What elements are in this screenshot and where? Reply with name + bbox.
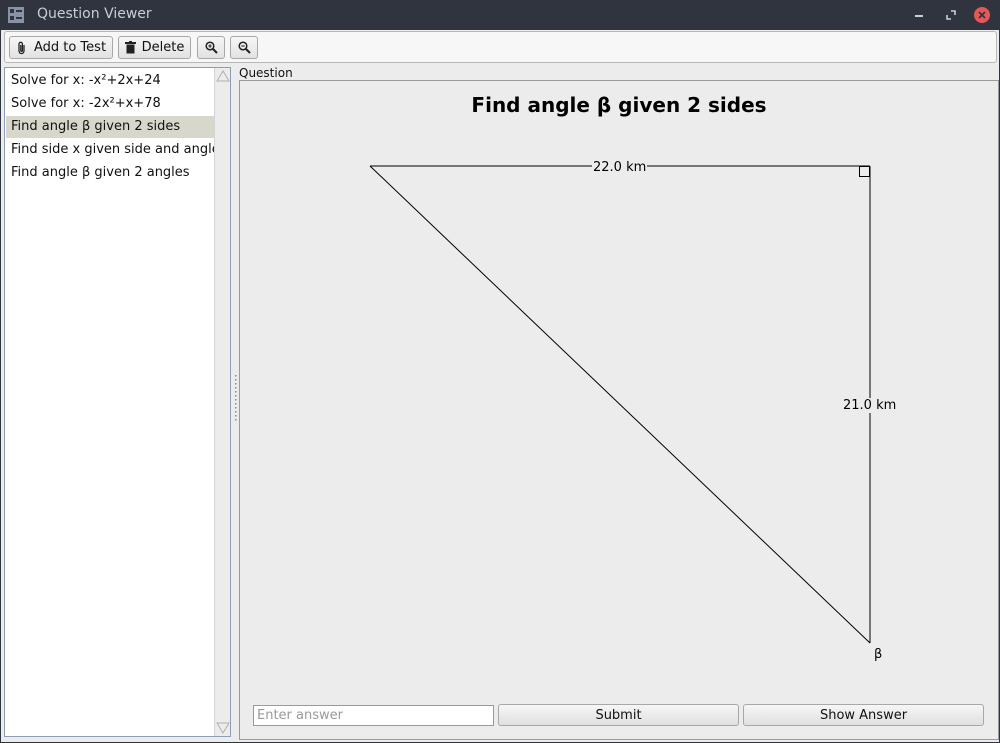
- delete-label: Delete: [141, 40, 185, 55]
- window-title: Question Viewer: [37, 6, 152, 22]
- close-icon: [974, 7, 990, 23]
- zoom-out-button[interactable]: [230, 36, 258, 59]
- main-window: Add to Test Delete Solve for x: -x²+2x+2…: [1, 30, 999, 742]
- right-angle-marker: [859, 166, 870, 177]
- list-item[interactable]: Solve for x: -2x²+x+78: [6, 93, 215, 115]
- close-button[interactable]: [972, 5, 992, 25]
- minimize-button[interactable]: [909, 5, 929, 25]
- list-item[interactable]: Find angle β given 2 sides: [6, 116, 215, 138]
- list-item[interactable]: Solve for x: -x²+2x+24: [6, 70, 215, 92]
- question-section-label: Question: [239, 66, 293, 80]
- add-to-test-button[interactable]: Add to Test: [9, 36, 113, 59]
- zoom-in-button[interactable]: [197, 36, 225, 59]
- delete-button[interactable]: Delete: [118, 36, 191, 59]
- title-bar: Question Viewer: [0, 0, 1000, 30]
- question-panel: Find angle β given 2 sides 22.0 km 21.0 …: [239, 80, 999, 740]
- scroll-up-icon[interactable]: [216, 69, 230, 83]
- restore-icon: [946, 10, 956, 20]
- hypotenuse-line: [369, 165, 871, 644]
- question-list[interactable]: Solve for x: -x²+2x+24 Solve for x: -2x²…: [4, 67, 231, 737]
- app-icon: [8, 7, 24, 23]
- list-item[interactable]: Find side x given side and angle: [6, 139, 215, 161]
- toolbar: Add to Test Delete: [4, 31, 997, 63]
- show-answer-button[interactable]: Show Answer: [743, 704, 984, 726]
- zoom-out-icon: [237, 41, 251, 54]
- side-right-label: 21.0 km: [842, 398, 898, 413]
- submit-button[interactable]: Submit: [498, 704, 739, 726]
- answer-input[interactable]: [253, 705, 494, 726]
- paperclip-icon: [18, 41, 25, 54]
- list-item[interactable]: Find angle β given 2 angles: [6, 162, 215, 184]
- list-scrollbar[interactable]: [214, 68, 230, 736]
- scroll-down-icon[interactable]: [216, 721, 230, 735]
- trash-icon: [124, 41, 136, 54]
- side-top-label: 22.0 km: [592, 160, 648, 175]
- minimize-icon: [915, 15, 923, 17]
- add-to-test-label: Add to Test: [33, 40, 107, 55]
- split-pane-divider[interactable]: [234, 375, 237, 425]
- maximize-button[interactable]: [941, 5, 961, 25]
- angle-beta-label: β: [874, 647, 883, 662]
- zoom-in-icon: [204, 41, 218, 54]
